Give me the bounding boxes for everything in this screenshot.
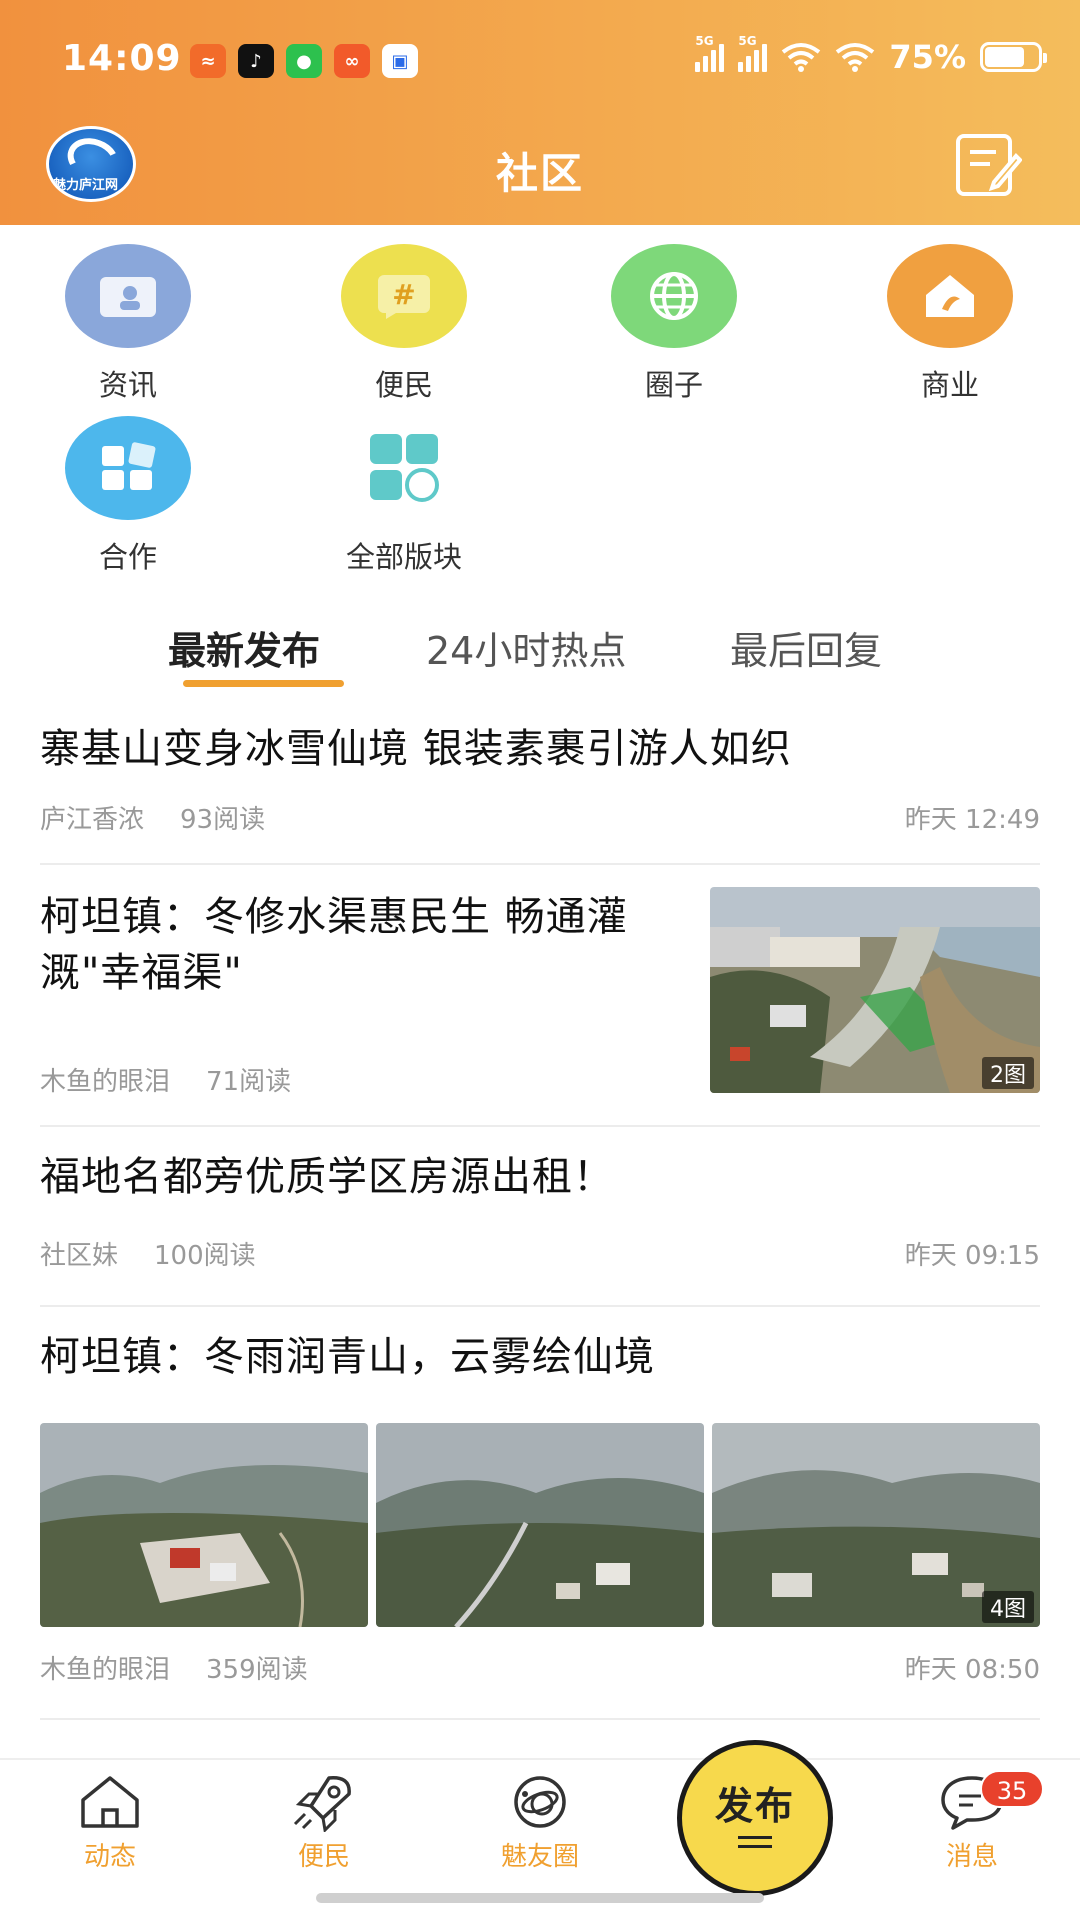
category-business[interactable]: 商业	[850, 244, 1050, 404]
feed-tabs: 最新发布 24小时热点 最后回复	[0, 612, 1080, 692]
post-item[interactable]: 柯坦镇：冬修水渠惠民生 畅通灌溉"幸福渠" 木鱼的眼泪 71阅读 2图	[40, 865, 1040, 1127]
tab-last-reply[interactable]: 最后回复	[730, 620, 882, 675]
post-reads: 359阅读	[206, 1655, 308, 1685]
post-item[interactable]: 柯坦镇：冬雨润青山，云雾绘仙境 4图 木鱼的眼泪 359阅读 昨天 08:50	[40, 1307, 1040, 1720]
cellular-signal-icon: 5G	[695, 34, 725, 72]
news-icon	[65, 244, 191, 348]
tab-24h-hot[interactable]: 24小时热点	[426, 620, 626, 675]
nav-label: 便民	[297, 1842, 350, 1872]
nav-convenience[interactable]: 便民	[254, 1772, 394, 1873]
shop-icon	[887, 244, 1013, 348]
post-author: 木鱼的眼泪	[40, 1067, 171, 1097]
post-meta: 木鱼的眼泪 359阅读	[40, 1649, 308, 1686]
category-label: 便民	[374, 368, 433, 402]
nav-label: 魅友圈	[500, 1842, 579, 1872]
wifi-icon	[782, 43, 821, 72]
nav-messages[interactable]: 消息 35	[902, 1770, 1044, 1873]
post-title: 柯坦镇：冬修水渠惠民生 畅通灌溉"幸福渠"	[40, 894, 628, 996]
category-label: 资讯	[98, 368, 157, 402]
page-title: 社区	[495, 149, 584, 198]
nav-label: 动态	[83, 1842, 136, 1872]
category-convenience[interactable]: # 便民	[304, 244, 504, 404]
post-title: 柯坦镇：冬雨润青山，云雾绘仙境	[40, 1334, 655, 1380]
chat-app-icon: ▣	[382, 44, 418, 78]
post-thumbnail[interactable]	[40, 1423, 368, 1627]
status-indicators: 5G 5G 75%	[695, 34, 1047, 76]
home-indicator[interactable]	[316, 1893, 764, 1903]
cooperation-icon	[65, 416, 191, 520]
network-label: 5G	[695, 34, 714, 48]
battery-icon	[980, 42, 1047, 72]
app-notification-icon: ≈	[190, 44, 226, 78]
publish-button[interactable]: 发布	[677, 1740, 833, 1896]
post-thumbnail[interactable]: 2图	[710, 887, 1040, 1093]
planet-icon	[514, 1776, 566, 1828]
unread-count-badge: 35	[980, 1770, 1044, 1808]
tab-latest[interactable]: 最新发布	[168, 620, 320, 675]
network-label: 5G	[738, 34, 757, 48]
category-all-sections[interactable]: 全部版块	[304, 416, 504, 576]
post-author: 木鱼的眼泪	[40, 1655, 171, 1685]
publish-lines-icon	[738, 1836, 772, 1848]
cellular-signal-icon: 5G	[738, 34, 768, 72]
tiktok-icon: ♪	[238, 44, 274, 78]
post-author: 庐江香浓	[40, 805, 145, 835]
image-count-badge: 2图	[982, 1057, 1034, 1089]
post-meta: 木鱼的眼泪 71阅读	[40, 1061, 291, 1098]
post-meta: 庐江香浓 93阅读	[40, 799, 265, 836]
post-thumbnail[interactable]: 4图	[712, 1423, 1040, 1627]
nav-dynamic[interactable]: 动态	[40, 1772, 180, 1873]
globe-icon	[611, 244, 737, 348]
post-time: 昨天 08:50	[904, 1655, 1040, 1685]
post-meta: 社区妹 100阅读	[40, 1235, 256, 1272]
category-label: 圈子	[644, 368, 703, 402]
post-thumbnail[interactable]	[376, 1423, 704, 1627]
category-cooperation[interactable]: 合作	[28, 416, 228, 576]
post-reads: 100阅读	[154, 1241, 256, 1271]
battery-percent: 75%	[889, 38, 966, 76]
category-label: 商业	[920, 368, 979, 402]
status-time: 14:09	[62, 38, 182, 79]
active-tab-indicator	[183, 680, 344, 687]
post-item[interactable]: 福地名都旁优质学区房源出租！ 社区妹 100阅读 昨天 09:15	[40, 1127, 1040, 1307]
compose-post-icon[interactable]	[954, 132, 1022, 198]
post-time: 昨天 09:15	[904, 1241, 1040, 1271]
category-news[interactable]: 资讯	[28, 244, 228, 404]
image-count-badge: 4图	[982, 1591, 1034, 1623]
post-author: 社区妹	[40, 1241, 119, 1271]
nav-friend-circle[interactable]: 魅友圈	[470, 1772, 610, 1873]
rocket-icon	[293, 1776, 351, 1832]
wifi-icon	[836, 43, 875, 72]
home-icon	[81, 1776, 139, 1828]
publish-label: 发布	[714, 1784, 795, 1828]
all-sections-icon	[341, 416, 467, 520]
category-label: 合作	[98, 540, 157, 574]
post-reads: 93阅读	[180, 805, 266, 835]
notification-icons: ≈ ♪ ● ∞ ▣	[190, 44, 418, 78]
app-notification-icon: ∞	[334, 44, 370, 78]
post-reads: 71阅读	[206, 1067, 292, 1097]
post-title: 福地名都旁优质学区房源出租！	[40, 1154, 614, 1200]
app-header: 14:09 ≈ ♪ ● ∞ ▣ 5G 5G 75% 魅力庐江网 社区	[0, 0, 1080, 225]
hashtag-icon: #	[341, 244, 467, 348]
svg-text:#: #	[392, 278, 415, 311]
status-bar: 14:09 ≈ ♪ ● ∞ ▣ 5G 5G 75%	[0, 0, 1080, 120]
post-item[interactable]: 寨基山变身冰雪仙境 银装素裹引游人如织 庐江香浓 93阅读 昨天 12:49	[40, 705, 1040, 865]
wechat-icon: ●	[286, 44, 322, 78]
category-label: 全部版块	[345, 540, 462, 574]
category-circles[interactable]: 圈子	[574, 244, 774, 404]
nav-label: 消息	[945, 1842, 998, 1872]
post-time: 昨天 12:49	[904, 805, 1040, 835]
post-title: 寨基山变身冰雪仙境 银装素裹引游人如织	[40, 726, 792, 772]
